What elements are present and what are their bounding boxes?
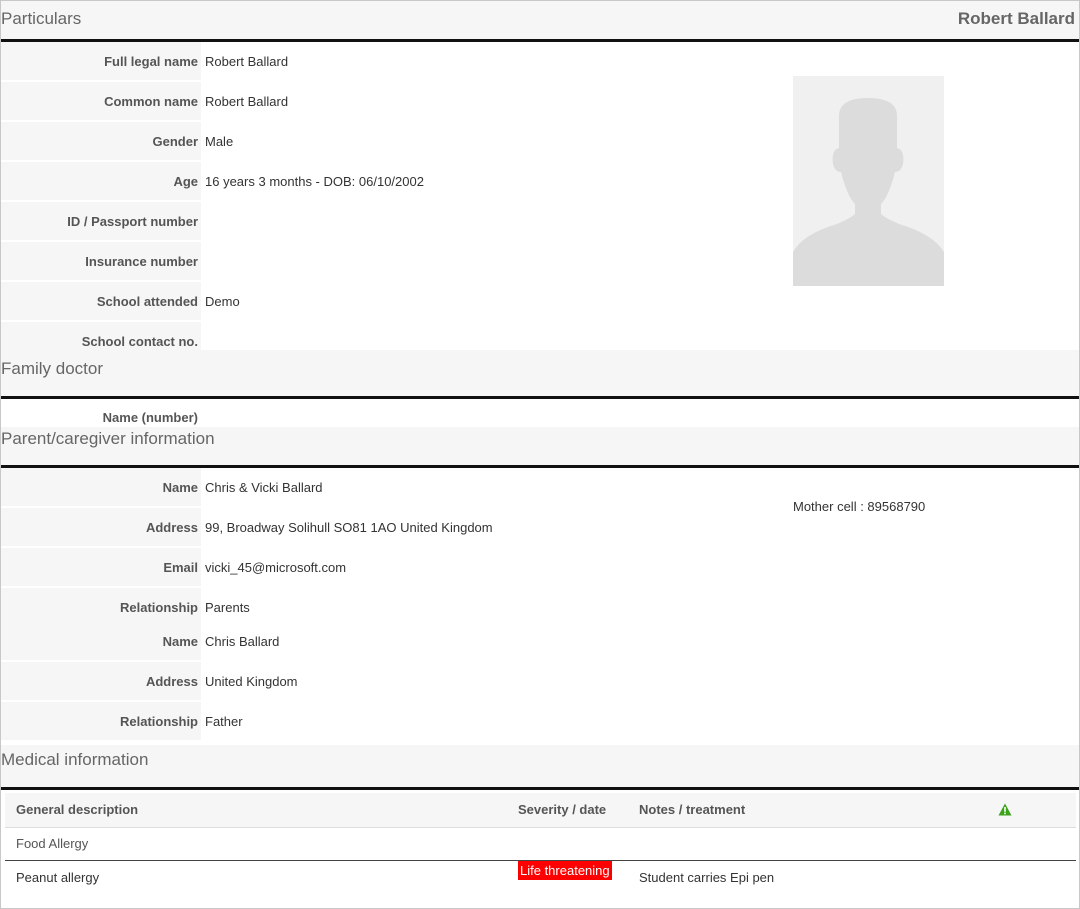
field-father-name: Name Chris Ballard [1,622,1079,662]
field-parent-email: Email vicki_45@microsoft.com [1,548,1079,588]
medical-table-header: General description Severity / date Note… [5,793,1076,827]
severity-badge: Life threatening [518,861,612,880]
field-doctor-name: Name (number) [1,399,1079,427]
family-doctor-header: Family doctor [1,350,1079,399]
parent-info-header: Parent/caregiver information [1,427,1079,468]
field-label: School attended [1,282,201,320]
field-label: Email [1,548,201,586]
medical-notes: Student carries Epi pen [639,870,775,885]
student-photo [793,76,944,286]
section-title-family-doctor: Family doctor [1,359,104,378]
medical-group-label: Food Allergy [16,836,89,851]
medical-info-header: Medical information [1,745,1079,790]
field-label: Name (number) [102,410,198,425]
field-value: Demo [205,294,240,309]
medical-description: Peanut allergy [16,870,100,885]
field-value: United Kingdom [205,674,298,689]
field-label: Gender [1,122,201,160]
field-value: Father [205,714,243,729]
field-father-relationship: Relationship Father [1,702,1079,742]
field-label: Address [1,508,201,546]
section-title-parent-info: Parent/caregiver information [1,429,215,448]
field-label: Age [1,162,201,200]
field-father-address: Address United Kingdom [1,662,1079,702]
particulars-header: Particulars Robert Ballard [1,1,1079,42]
column-notes-treatment: Notes / treatment [639,802,746,817]
field-label: Relationship [1,588,201,626]
table-row: Peanut allergy Life threatening Student … [5,861,1076,895]
column-severity-date: Severity / date [518,802,607,817]
medical-group-row: Food Allergy [5,827,1076,861]
field-value: Robert Ballard [205,94,289,109]
field-value: vicki_45@microsoft.com [205,560,347,575]
mother-cell-number: Mother cell : 89568790 [793,499,926,514]
field-label: Full legal name [1,42,201,80]
field-label: Insurance number [1,242,201,280]
field-value: Chris Ballard [205,634,280,649]
field-label: Relationship [1,702,201,740]
warning-triangle-icon [998,803,1012,816]
field-value: 16 years 3 months - DOB: 06/10/2002 [205,174,424,189]
student-name-heading: Robert Ballard [957,9,1075,28]
student-profile-page: Particulars Robert Ballard Full legal na… [0,0,1080,909]
field-label: ID / Passport number [1,202,201,240]
section-title-particulars: Particulars [1,9,82,28]
avatar-placeholder-icon [793,76,944,286]
section-title-medical: Medical information [1,750,149,769]
field-value: Chris & Vicki Ballard [205,480,323,495]
field-label: Name [1,622,201,660]
field-value: Robert Ballard [205,54,289,69]
field-label: Common name [1,82,201,120]
field-value: Male [205,134,234,149]
field-label: Name [1,468,201,506]
column-general-description: General description [16,802,139,817]
field-label: Address [1,662,201,700]
field-value: 99, Broadway Solihull SO81 1AO United Ki… [205,520,493,535]
field-school-attended: School attended Demo [1,282,1079,322]
